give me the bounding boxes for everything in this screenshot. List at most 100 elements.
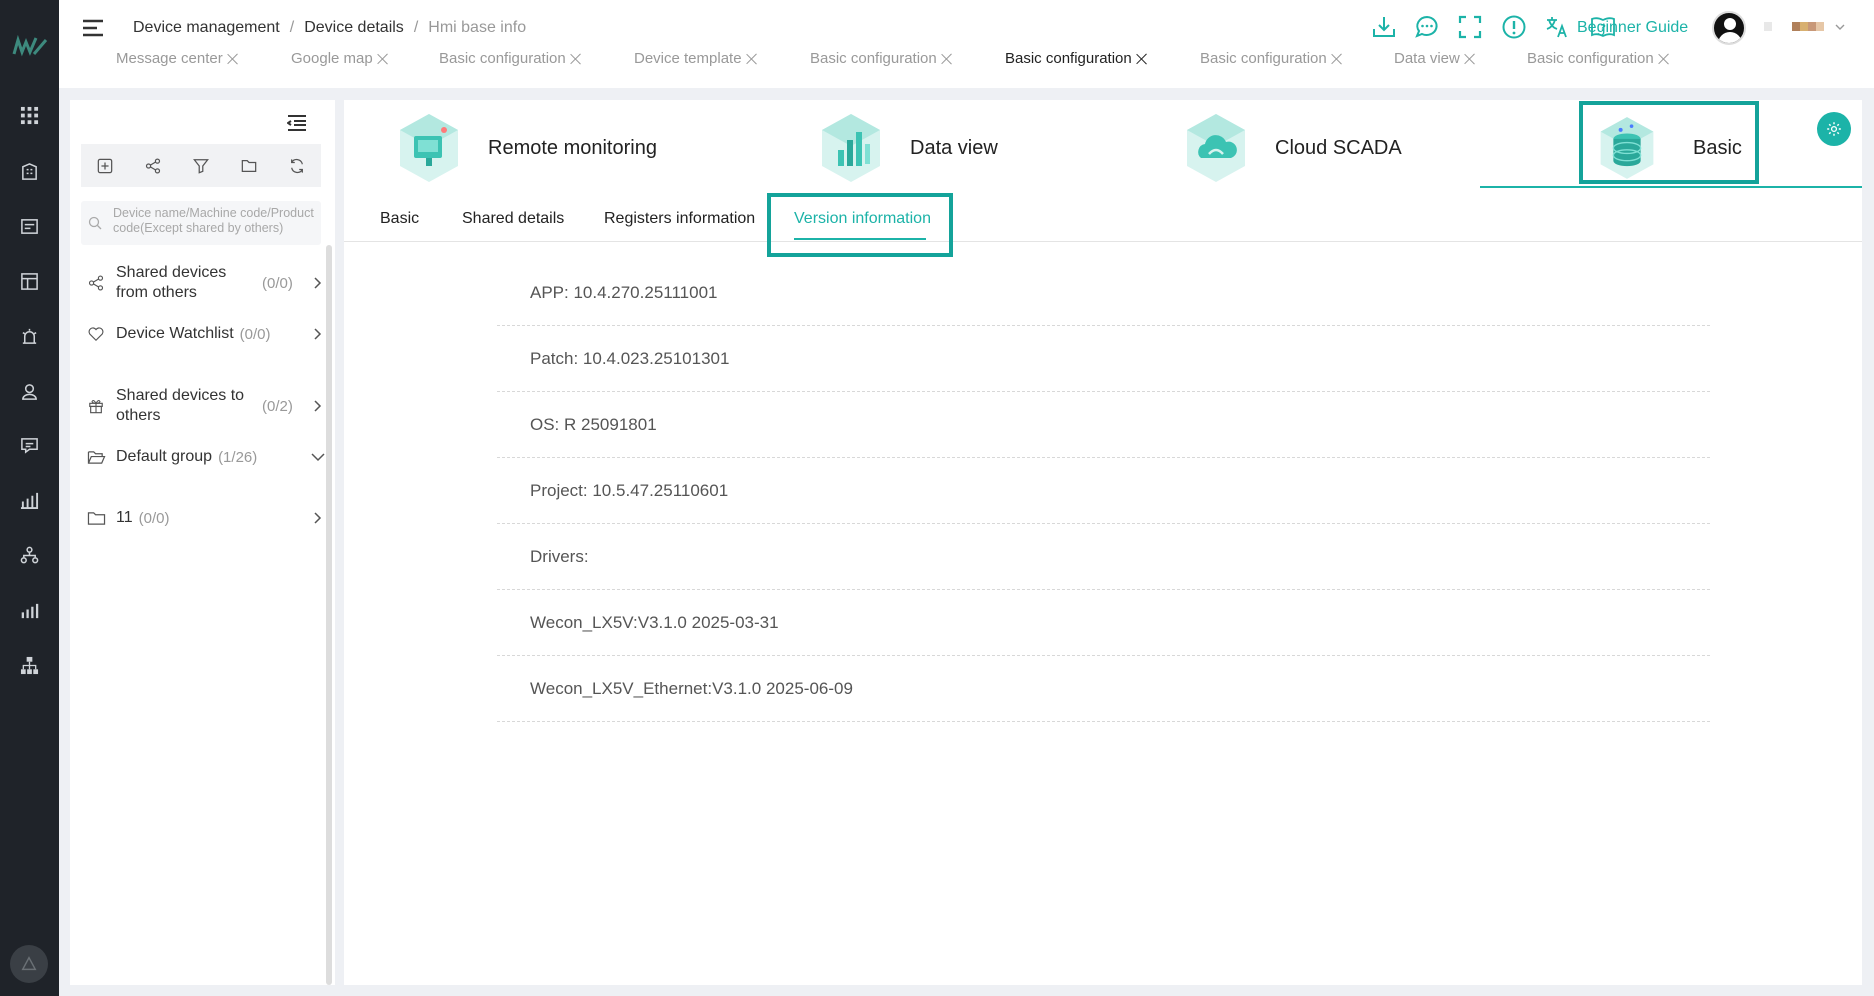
chat-icon[interactable] — [1414, 14, 1440, 40]
module-label: Remote monitoring — [488, 136, 657, 159]
translate-icon[interactable] — [1544, 14, 1570, 40]
module-data-view[interactable]: Data view — [818, 108, 998, 188]
sidebar-item-label: Device Watchlist — [116, 325, 234, 342]
close-icon[interactable] — [376, 52, 390, 66]
close-icon[interactable] — [940, 52, 954, 66]
tab-label: Basic configuration — [1200, 50, 1327, 67]
gift-icon — [86, 396, 106, 416]
user-menu[interactable] — [1764, 22, 1854, 32]
module-label: Data view — [910, 136, 998, 159]
search-icon — [88, 216, 102, 230]
cloud-status-icon[interactable] — [10, 945, 48, 983]
filter-icon[interactable] — [192, 157, 210, 175]
sidebar-item-shared-to-others[interactable]: Shared devices to others (0/2) — [86, 386, 324, 426]
version-row-project: Project: 10.5.47.25110601 — [497, 458, 1710, 524]
close-icon[interactable] — [745, 52, 759, 66]
detail-subtabs: Basic Shared details Registers informati… — [344, 198, 1862, 242]
beginner-guide-link[interactable]: Beginner Guide — [1577, 19, 1688, 37]
sitemap-icon[interactable] — [19, 655, 40, 676]
device-search-input[interactable]: Device name/Machine code/Product code(Ex… — [81, 201, 321, 245]
breadcrumb-item[interactable]: Device management — [133, 19, 280, 37]
open-tabs-bar: Message center Google map Basic configur… — [59, 50, 1874, 74]
left-nav-rail — [0, 0, 59, 996]
close-icon[interactable] — [1330, 52, 1344, 66]
module-cloud-scada[interactable]: Cloud SCADA — [1183, 108, 1402, 188]
sidebar-item-count: (0/0) — [138, 509, 170, 527]
sidebar-item-label: Shared devices from others — [116, 264, 227, 301]
breadcrumb-separator: / — [413, 19, 419, 36]
tab-label: Device template — [634, 50, 742, 67]
add-icon[interactable] — [96, 157, 114, 175]
tab-basic-configuration[interactable]: Basic configuration — [1527, 50, 1671, 67]
building-icon[interactable] — [19, 161, 40, 182]
breadcrumb-separator: / — [289, 19, 295, 36]
close-icon[interactable] — [1463, 52, 1477, 66]
module-active-underline — [1480, 186, 1862, 188]
card-icon[interactable] — [19, 216, 40, 237]
sidebar-scrollbar[interactable] — [326, 245, 332, 985]
gear-icon[interactable] — [1817, 112, 1851, 146]
tab-label: Google map — [291, 50, 373, 67]
tab-label: Data view — [1394, 50, 1460, 67]
chevron-down-icon — [310, 450, 326, 464]
user-icon[interactable] — [19, 381, 40, 402]
tab-basic-configuration[interactable]: Basic configuration — [439, 50, 583, 67]
message-icon[interactable] — [19, 435, 40, 456]
tab-shared-details[interactable]: Shared details — [462, 210, 564, 228]
logo-icon — [12, 34, 48, 58]
tab-basic-configuration-active[interactable]: Basic configuration — [1005, 50, 1149, 67]
close-icon[interactable] — [1657, 52, 1671, 66]
folder-icon — [86, 508, 106, 528]
data-view-icon — [818, 110, 884, 186]
chevron-down-icon — [1834, 20, 1846, 32]
org-icon[interactable] — [19, 545, 40, 566]
close-icon[interactable] — [1135, 52, 1149, 66]
share-icon — [86, 273, 106, 293]
tab-label: Basic configuration — [1005, 50, 1132, 67]
tab-basic-configuration[interactable]: Basic configuration — [810, 50, 954, 67]
module-remote-monitoring[interactable]: Remote monitoring — [396, 108, 657, 188]
version-row-driver: Wecon_LX5V_Ethernet:V3.1.0 2025-06-09 — [497, 656, 1710, 722]
sidebar-toolbar — [81, 144, 321, 187]
tab-message-center[interactable]: Message center — [116, 50, 240, 67]
chevron-right-icon — [310, 276, 324, 290]
tab-label: Message center — [116, 50, 223, 67]
version-list: APP: 10.4.270.25111001 Patch: 10.4.023.2… — [497, 260, 1710, 722]
chevron-right-icon — [310, 511, 324, 525]
bar-chart-icon[interactable] — [19, 490, 40, 511]
close-icon[interactable] — [569, 52, 583, 66]
sidebar-item-default-group[interactable]: Default group (1/26) — [86, 445, 326, 469]
share-icon[interactable] — [144, 157, 162, 175]
highlight-box-basic — [1579, 101, 1759, 184]
device-sidebar: Device name/Machine code/Product code(Ex… — [70, 100, 335, 985]
tab-google-map[interactable]: Google map — [291, 50, 390, 67]
apps-grid-icon[interactable] — [19, 105, 40, 126]
layout-icon[interactable] — [19, 271, 40, 292]
breadcrumb-item[interactable]: Device details — [304, 19, 404, 37]
module-label: Cloud SCADA — [1275, 136, 1402, 159]
menu-toggle-icon[interactable] — [82, 18, 104, 38]
sidebar-item-label: 11 — [116, 509, 133, 526]
tab-basic[interactable]: Basic — [380, 210, 419, 228]
sidebar-item-watchlist[interactable]: Device Watchlist (0/0) — [86, 322, 324, 346]
collapse-sidebar-icon[interactable] — [286, 114, 307, 132]
avatar[interactable] — [1712, 11, 1746, 45]
close-icon[interactable] — [226, 52, 240, 66]
folder-icon[interactable] — [240, 157, 258, 175]
tab-device-template[interactable]: Device template — [634, 50, 759, 67]
top-header: Device management / Device details / Hmi… — [59, 0, 1874, 88]
alert-icon[interactable] — [1501, 14, 1527, 40]
tab-label: Basic configuration — [1527, 50, 1654, 67]
sidebar-item-shared-from-others[interactable]: Shared devices from others (0/0) — [86, 263, 324, 303]
fullscreen-icon[interactable] — [1457, 14, 1483, 40]
download-icon[interactable] — [1371, 14, 1397, 40]
stats-icon[interactable] — [19, 600, 40, 621]
alarm-icon[interactable] — [19, 326, 40, 347]
tab-label: Basic configuration — [439, 50, 566, 67]
tab-basic-configuration[interactable]: Basic configuration — [1200, 50, 1344, 67]
sidebar-item-count: (0/0) — [262, 274, 293, 292]
tab-registers-information[interactable]: Registers information — [604, 210, 755, 228]
tab-data-view[interactable]: Data view — [1394, 50, 1477, 67]
sidebar-item-group-11[interactable]: 11 (0/0) — [86, 506, 324, 530]
refresh-icon[interactable] — [288, 157, 306, 175]
